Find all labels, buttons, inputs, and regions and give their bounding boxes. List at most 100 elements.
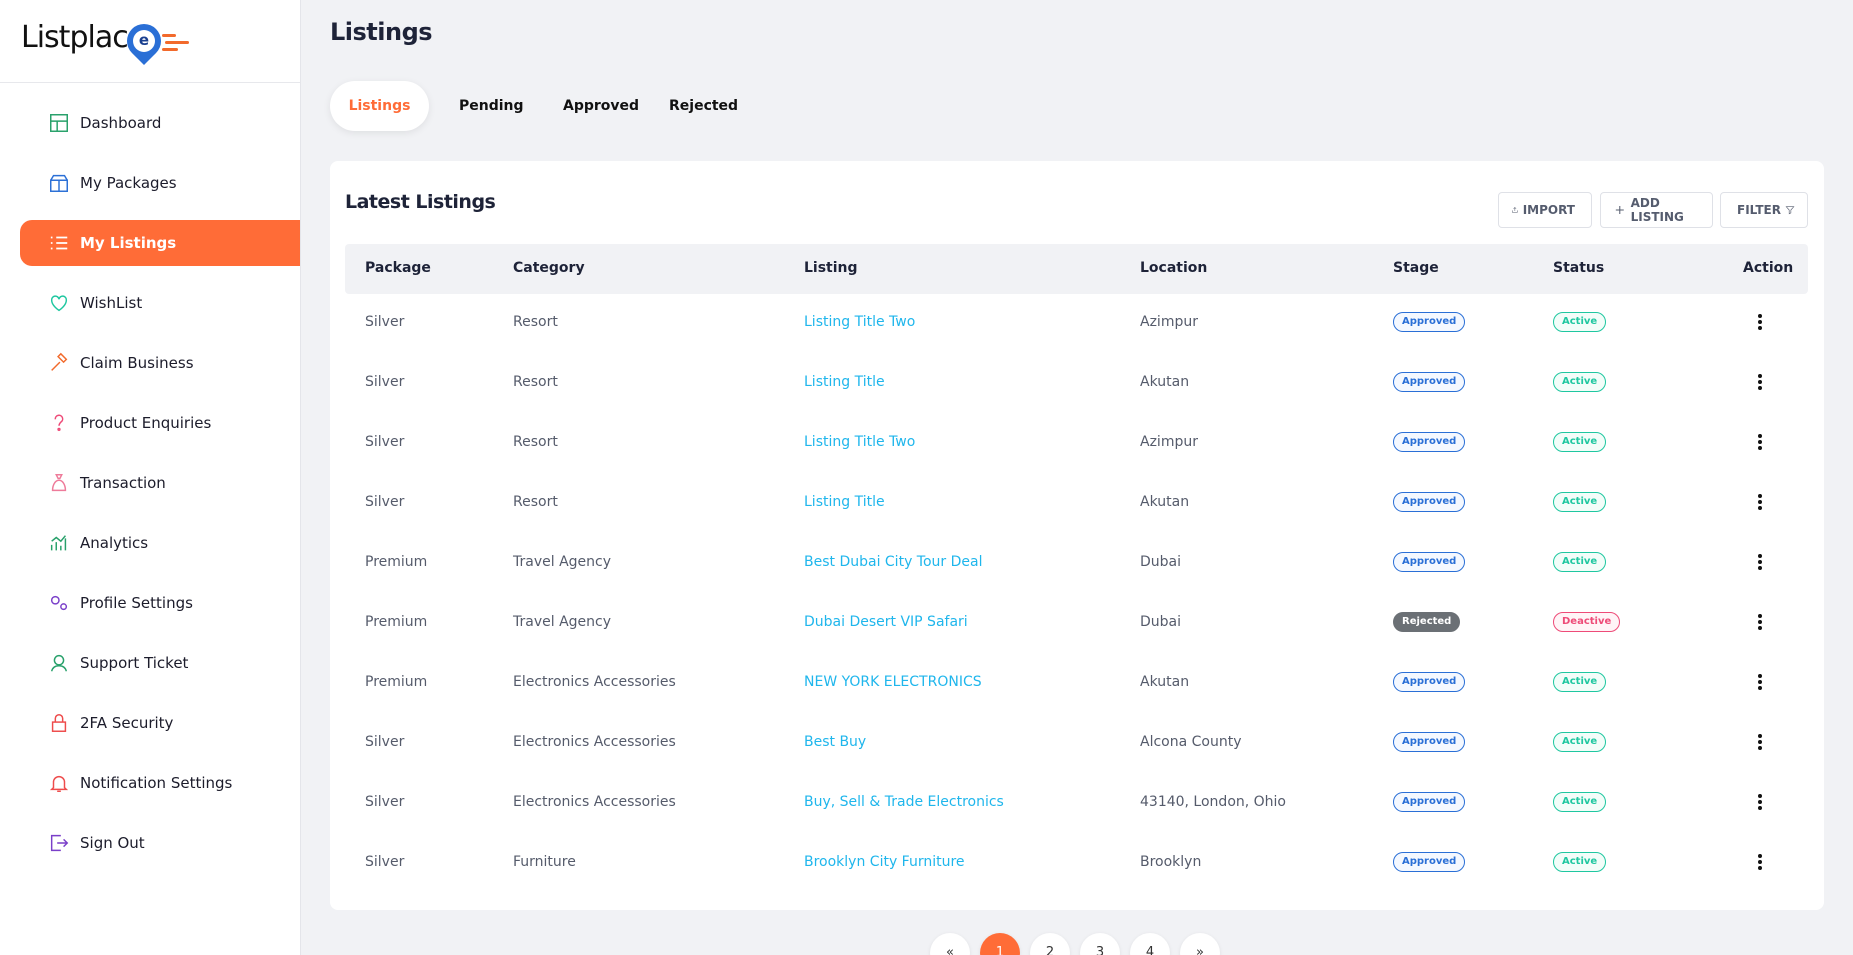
sidebar-item-notification-settings[interactable]: Notification Settings <box>0 760 300 806</box>
logo[interactable]: Listplac e <box>0 0 300 83</box>
col-stage: Stage <box>1393 260 1439 276</box>
col-listing: Listing <box>804 260 858 276</box>
listing-link[interactable]: Dubai Desert VIP Safari <box>804 614 968 630</box>
status-badge: Active <box>1553 492 1607 512</box>
question-icon <box>48 412 70 434</box>
listing-link[interactable]: NEW YORK ELECTRONICS <box>804 674 982 690</box>
sidebar-item-label: Profile Settings <box>80 594 193 612</box>
sidebar-item-my-packages[interactable]: My Packages <box>0 160 300 206</box>
more-actions-icon[interactable] <box>1756 854 1764 872</box>
cell-package: Silver <box>365 734 405 750</box>
listing-link[interactable]: Listing Title Two <box>804 434 915 450</box>
sidebar-item-label: Notification Settings <box>80 774 233 792</box>
stage-badge: Approved <box>1393 552 1466 572</box>
tabs: Listings Pending Approved Rejected <box>330 81 738 131</box>
page-prev[interactable]: « <box>930 933 970 955</box>
cell-location: Brooklyn <box>1140 854 1202 870</box>
more-actions-icon[interactable] <box>1756 554 1764 572</box>
hammer-icon <box>48 352 70 374</box>
tab-rejected[interactable]: Rejected <box>637 81 738 131</box>
listing-link[interactable]: Buy, Sell & Trade Electronics <box>804 794 1004 810</box>
sidebar: Listplac e Dashboard My Packages My Listin… <box>0 0 301 955</box>
more-actions-icon[interactable] <box>1756 734 1764 752</box>
table-row: Silver Electronics Accessories Buy, Sell &… <box>345 774 1808 834</box>
page-next[interactable]: » <box>1180 933 1220 955</box>
table-row: Silver Resort Listing Title Akutan Approved A… <box>345 354 1808 414</box>
table-row: Silver Resort Listing Title Akutan Approved A… <box>345 474 1808 534</box>
sidebar-item-analytics[interactable]: Analytics <box>0 520 300 566</box>
filter-button[interactable]: FILTER <box>1720 192 1808 228</box>
listing-link[interactable]: Listing Title <box>804 494 885 510</box>
more-actions-icon[interactable] <box>1756 314 1764 332</box>
sidebar-item-label: Dashboard <box>80 114 162 132</box>
col-action: Action <box>1743 260 1794 276</box>
tab-approved[interactable]: Approved <box>533 81 639 131</box>
tab-listings[interactable]: Listings <box>330 81 429 131</box>
listing-link[interactable]: Brooklyn City Furniture <box>804 854 965 870</box>
sidebar-item-claim-business[interactable]: Claim Business <box>0 340 300 386</box>
cell-location: Dubai <box>1140 614 1182 630</box>
more-actions-icon[interactable] <box>1756 794 1764 812</box>
page-4[interactable]: 4 <box>1130 933 1170 955</box>
more-actions-icon[interactable] <box>1756 374 1764 392</box>
stage-badge: Approved <box>1393 372 1466 392</box>
sidebar-item-sign-out[interactable]: Sign Out <box>0 820 300 866</box>
listing-link[interactable]: Best Dubai City Tour Deal <box>804 554 982 570</box>
cell-category: Resort <box>513 314 558 330</box>
sidebar-item-wishlist[interactable]: WishList <box>0 280 300 326</box>
listing-link[interactable]: Listing Title <box>804 374 885 390</box>
cell-package: Silver <box>365 854 405 870</box>
cell-location: Akutan <box>1140 374 1190 390</box>
tab-pending[interactable]: Pending <box>429 81 533 131</box>
cell-package: Silver <box>365 494 405 510</box>
list-icon <box>48 232 70 254</box>
table-row: Silver Resort Listing Title Two Azimpur Appr… <box>345 294 1808 354</box>
listing-link[interactable]: Best Buy <box>804 734 866 750</box>
cell-package: Silver <box>365 434 405 450</box>
latest-listings-card: Latest Listings IMPORT ADD LISTING FILTE… <box>330 161 1824 910</box>
sidebar-item-product-enquiries[interactable]: Product Enquiries <box>0 400 300 446</box>
card-title: Latest Listings <box>345 191 496 213</box>
upload-icon <box>1512 207 1518 213</box>
more-actions-icon[interactable] <box>1756 674 1764 692</box>
stage-badge: Approved <box>1393 792 1466 812</box>
add-listing-button[interactable]: ADD LISTING <box>1600 192 1713 228</box>
package-icon <box>48 172 70 194</box>
sidebar-item-transaction[interactable]: Transaction <box>0 460 300 506</box>
status-badge: Active <box>1553 672 1607 692</box>
cell-category: Travel Agency <box>513 614 611 630</box>
sidebar-nav: Dashboard My Packages My Listings WishList C… <box>0 100 300 880</box>
cell-category: Electronics Accessories <box>513 794 676 810</box>
page-3[interactable]: 3 <box>1080 933 1120 955</box>
stage-badge: Approved <box>1393 492 1466 512</box>
cell-package: Silver <box>365 374 405 390</box>
sidebar-item-my-listings[interactable]: My Listings <box>20 220 300 266</box>
sidebar-item-dashboard[interactable]: Dashboard <box>0 100 300 146</box>
more-actions-icon[interactable] <box>1756 614 1764 632</box>
sign-out-icon <box>48 832 70 854</box>
sidebar-item-label: My Listings <box>80 234 177 252</box>
more-actions-icon[interactable] <box>1756 494 1764 512</box>
cell-category: Electronics Accessories <box>513 734 676 750</box>
page-2[interactable]: 2 <box>1030 933 1070 955</box>
cell-location: Akutan <box>1140 494 1190 510</box>
sidebar-item-profile-settings[interactable]: Profile Settings <box>0 580 300 626</box>
stage-badge: Approved <box>1393 672 1466 692</box>
stage-badge: Approved <box>1393 432 1466 452</box>
sidebar-item-2fa-security[interactable]: 2FA Security <box>0 700 300 746</box>
more-actions-icon[interactable] <box>1756 434 1764 452</box>
cell-location: Azimpur <box>1140 314 1198 330</box>
stage-badge: Rejected <box>1393 612 1461 632</box>
sidebar-item-support-ticket[interactable]: Support Ticket <box>0 640 300 686</box>
sidebar-item-label: Claim Business <box>80 354 194 372</box>
listing-link[interactable]: Listing Title Two <box>804 314 915 330</box>
status-badge: Active <box>1553 552 1607 572</box>
table-header: Package Category Listing Location Stage … <box>345 244 1808 294</box>
cell-location: Azimpur <box>1140 434 1198 450</box>
status-badge: Active <box>1553 852 1607 872</box>
table-row: Premium Travel Agency Best Dubai City Tour… <box>345 534 1808 594</box>
table-body: Silver Resort Listing Title Two Azimpur Appr… <box>345 294 1808 894</box>
page-1[interactable]: 1 <box>980 933 1020 955</box>
status-badge: Active <box>1553 372 1607 392</box>
import-button[interactable]: IMPORT <box>1498 192 1592 228</box>
